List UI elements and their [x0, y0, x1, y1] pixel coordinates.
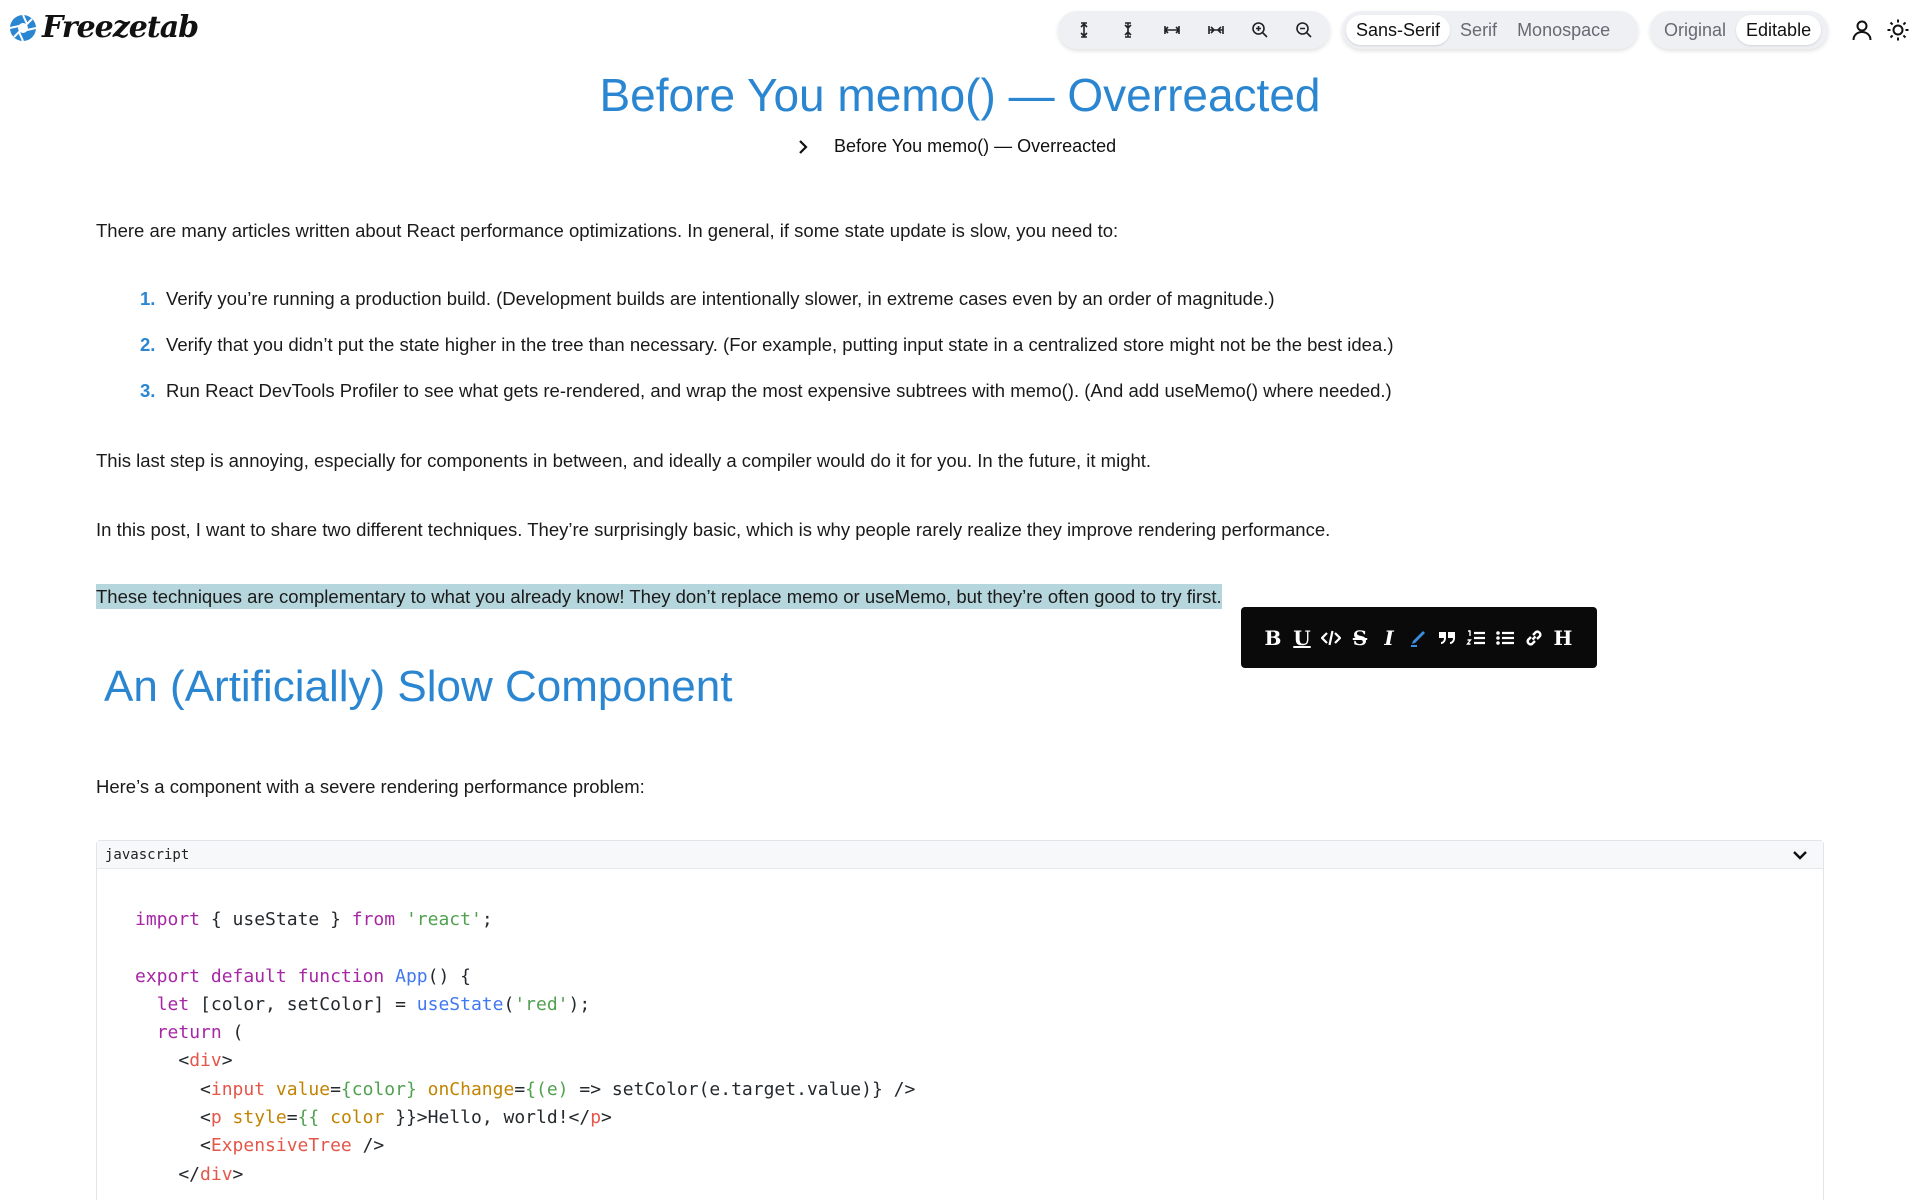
bullet-list-button[interactable]: [1495, 626, 1515, 650]
reader-tools: [1058, 11, 1330, 49]
zoom-in-button[interactable]: [1246, 16, 1274, 44]
font-sans-serif[interactable]: Sans-Serif: [1346, 15, 1451, 45]
intro-paragraph: There are many articles written about Re…: [96, 220, 1119, 241]
account-button[interactable]: [1846, 14, 1878, 46]
bullet-list-icon: [1496, 630, 1514, 645]
strikethrough-button[interactable]: S: [1350, 626, 1370, 650]
increase-line-height-button[interactable]: [1070, 16, 1098, 44]
chevron-down-icon: [1793, 850, 1807, 860]
user-icon: [1852, 20, 1872, 41]
quote-button[interactable]: [1437, 626, 1457, 650]
underline-icon: U: [1293, 625, 1311, 650]
link-icon: [1526, 630, 1542, 645]
font-selector: Sans-Serif Serif Monospace: [1342, 11, 1638, 49]
sun-icon: [1887, 19, 1909, 41]
list-number: 2.: [140, 334, 156, 355]
italic-icon: I: [1384, 625, 1394, 650]
ordered-list-icon: [1466, 629, 1485, 645]
aperture-logo-icon: [9, 14, 37, 41]
bold-button[interactable]: B: [1263, 626, 1283, 650]
list-item-text: Verify you’re running a production build…: [166, 288, 1275, 309]
code-icon: [1321, 630, 1341, 645]
decrease-line-height-icon: [1124, 22, 1132, 38]
chevron-right-icon[interactable]: [794, 138, 812, 156]
article-title: Before You memo() — Overreacted: [599, 69, 1321, 121]
code-line: let [color, setColor] = useState('red');: [156, 993, 591, 1015]
section-heading: An (Artificially) Slow Component: [104, 662, 733, 711]
underline-button[interactable]: U: [1292, 626, 1312, 650]
code-line: <p style={{ color }}>Hello, world!</p>: [135, 1107, 612, 1129]
highlighted-paragraph[interactable]: These techniques are complementary to wh…: [96, 584, 1222, 609]
text-selection[interactable]: These techniques are complementary to wh…: [96, 584, 1222, 609]
code-language: javascript: [105, 846, 190, 863]
list-number: 3.: [140, 380, 156, 401]
font-serif[interactable]: Serif: [1450, 15, 1507, 45]
code-content[interactable]: import { useState } from 'react'; export…: [97, 869, 1823, 1189]
code-line: </div>: [135, 1163, 244, 1185]
zoom-out-icon: [1296, 22, 1312, 38]
highlight-button[interactable]: [1408, 626, 1428, 650]
format-toolbar: B U S I H: [1241, 607, 1597, 668]
list-item: 2. Verify that you didn’t put the state …: [140, 334, 1394, 380]
paragraph: This last step is annoying, especially f…: [96, 450, 1152, 471]
breadcrumb-label[interactable]: Before You memo() — Overreacted: [834, 136, 1116, 157]
zoom-out-button[interactable]: [1290, 16, 1318, 44]
quote-icon: [1439, 631, 1455, 644]
italic-button[interactable]: I: [1379, 626, 1399, 650]
code-line: <ExpensiveTree />: [135, 1135, 385, 1157]
paragraph: Here’s a component with a severe renderi…: [96, 776, 645, 797]
zoom-in-icon: [1252, 22, 1268, 38]
highlighter-icon: [1411, 630, 1425, 647]
strikethrough-icon: S: [1352, 625, 1368, 650]
decrease-line-height-button[interactable]: [1114, 16, 1142, 44]
theme-toggle-button[interactable]: [1882, 14, 1914, 46]
list-item: 1. Verify you’re running a production bu…: [140, 288, 1394, 334]
app-name: Freezetab: [42, 10, 199, 45]
code-line: export default function App() {: [135, 965, 471, 987]
list-number: 1.: [140, 288, 156, 309]
code-line: <input value={color} onChange={(e) => se…: [135, 1078, 916, 1100]
list-item-text: Run React DevTools Profiler to see what …: [166, 380, 1392, 401]
paragraph: In this post, I want to share two differ…: [96, 519, 1331, 540]
mode-selector: Original Editable: [1650, 11, 1828, 49]
code-block: javascript import { useState } from 'rea…: [96, 840, 1824, 1200]
code-line: import { useState } from 'react';: [135, 909, 493, 930]
increase-width-icon: [1163, 26, 1181, 34]
mode-original[interactable]: Original: [1654, 15, 1736, 45]
steps-list: 1. Verify you’re running a production bu…: [140, 288, 1394, 426]
list-item-text: Verify that you didn’t put the state hig…: [166, 334, 1394, 355]
link-button[interactable]: [1524, 626, 1544, 650]
top-bar: Freezetab Sans-Serif Serif Monospace Ori…: [0, 0, 1920, 60]
heading-button[interactable]: H: [1553, 626, 1573, 650]
decrease-width-button[interactable]: [1202, 16, 1230, 44]
list-item: 3. Run React DevTools Profiler to see wh…: [140, 380, 1394, 426]
code-line: <div>: [135, 1050, 233, 1072]
ordered-list-button[interactable]: [1466, 626, 1486, 650]
code-line: return (: [156, 1022, 244, 1044]
heading-icon: H: [1553, 625, 1573, 650]
decrease-width-icon: [1208, 26, 1224, 34]
collapse-code-button[interactable]: [1789, 844, 1811, 866]
code-button[interactable]: [1321, 626, 1341, 650]
breadcrumb: Before You memo() — Overreacted: [794, 136, 1116, 157]
increase-line-height-icon: [1080, 22, 1088, 38]
mode-editable[interactable]: Editable: [1736, 15, 1822, 45]
increase-width-button[interactable]: [1158, 16, 1186, 44]
app-logo[interactable]: Freezetab: [8, 10, 199, 45]
code-header: javascript: [97, 841, 1823, 869]
font-monospace[interactable]: Monospace: [1507, 15, 1620, 45]
bold-icon: B: [1264, 625, 1282, 650]
